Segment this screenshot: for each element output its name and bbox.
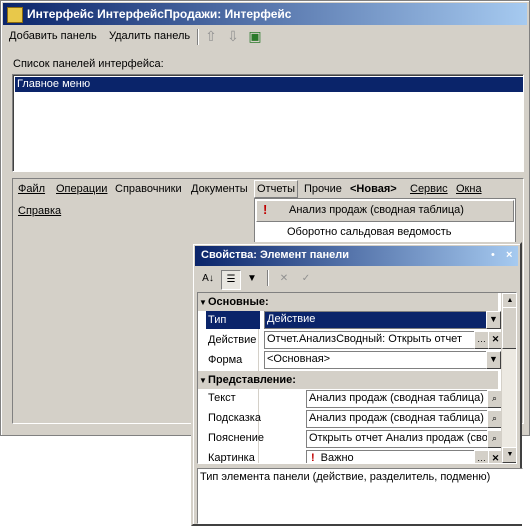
menu-item-help[interactable]: Справка bbox=[18, 205, 61, 217]
prop-label-picture: Картинка bbox=[208, 452, 255, 464]
type-select[interactable]: Действие bbox=[264, 311, 489, 329]
toolbar-separator bbox=[267, 270, 269, 286]
scroll-down-icon[interactable]: ▼ bbox=[502, 447, 516, 463]
menu-item-documents[interactable]: Документы bbox=[191, 183, 248, 195]
properties-grid: ▼Основные: Тип Действие ▼ Действие Отчет… bbox=[197, 292, 517, 464]
important-icon: ! bbox=[263, 202, 268, 217]
prop-label-type[interactable]: Тип bbox=[206, 311, 260, 329]
important-icon: ! bbox=[311, 452, 315, 464]
apply-icon[interactable]: ✓ bbox=[297, 270, 315, 288]
delete-panel-button[interactable]: Удалить панель bbox=[109, 30, 190, 42]
ellipsis-icon[interactable]: … bbox=[474, 450, 489, 463]
pin-icon[interactable]: • bbox=[491, 249, 495, 261]
title-bar[interactable]: Интерфейс ИнтерфейсПродажи: Интерфейс bbox=[3, 3, 527, 25]
window-title: Интерфейс ИнтерфейсПродажи: Интерфейс bbox=[27, 7, 292, 21]
menu-item-other[interactable]: Прочие bbox=[304, 183, 342, 195]
menu-item-windows[interactable]: Окна bbox=[456, 183, 482, 195]
grid-scrollbar[interactable]: ▲ ▼ bbox=[501, 293, 516, 463]
properties-title: Свойства: Элемент панели bbox=[201, 249, 349, 261]
property-description: Тип элемента панели (действие, разделите… bbox=[197, 468, 523, 524]
menu-item-file[interactable]: Файл bbox=[18, 183, 45, 195]
prop-label-action: Действие bbox=[208, 334, 257, 346]
group-basic-label: Основные: bbox=[208, 296, 269, 308]
toolbar: Добавить панель Удалить панель ⇧ ⇩ ▣ bbox=[5, 27, 525, 47]
find-icon[interactable]: ▣ bbox=[247, 28, 263, 44]
reports-submenu: ! Анализ продаж (сводная таблица) Оборот… bbox=[254, 198, 516, 244]
picture-value: Важно bbox=[320, 452, 354, 464]
collapse-icon: ▼ bbox=[199, 298, 207, 307]
panels-list-label: Список панелей интерфейса: bbox=[13, 58, 164, 70]
menu-item-new[interactable]: <Новая> bbox=[350, 183, 397, 195]
ellipsis-icon[interactable]: … bbox=[474, 331, 489, 349]
magnifier-icon[interactable]: ⌕ bbox=[487, 430, 502, 448]
close-icon[interactable]: × bbox=[506, 249, 512, 261]
arrow-up-icon[interactable]: ⇧ bbox=[203, 28, 219, 44]
magnifier-icon[interactable]: ⌕ bbox=[487, 410, 502, 428]
add-panel-button[interactable]: Добавить панель bbox=[9, 30, 97, 42]
properties-title-bar[interactable]: Свойства: Элемент панели • × bbox=[195, 246, 518, 266]
filter-icon[interactable]: ▼ bbox=[243, 270, 261, 288]
group-view-label: Представление: bbox=[208, 374, 296, 386]
categorized-icon[interactable]: ☰ bbox=[221, 270, 241, 290]
submenu-item-label: Анализ продаж (сводная таблица) bbox=[289, 204, 464, 216]
chevron-down-icon[interactable]: ▼ bbox=[486, 311, 501, 329]
hint-field[interactable]: Открыть отчет Анализ продаж (сво bbox=[306, 430, 490, 448]
interface-icon bbox=[7, 7, 23, 23]
menu-item-operations[interactable]: Операции bbox=[56, 183, 107, 195]
prop-label-text: Текст bbox=[208, 392, 236, 404]
clear-icon[interactable]: ✕ bbox=[275, 270, 293, 288]
properties-palette: Свойства: Элемент панели • × A↓ ☰ ▼ ✕ ✓ … bbox=[191, 242, 523, 526]
submenu-item-sales-analysis[interactable]: ! Анализ продаж (сводная таблица) bbox=[256, 200, 514, 222]
magnifier-icon[interactable]: ⌕ bbox=[487, 390, 502, 408]
group-basic[interactable]: ▼Основные: bbox=[198, 293, 498, 311]
toolbar-separator bbox=[197, 29, 199, 45]
submenu-item-turnover-balance[interactable]: Оборотно сальдовая ведомость bbox=[287, 226, 452, 238]
menu-item-reports[interactable]: Отчеты bbox=[254, 180, 299, 198]
properties-toolbar: A↓ ☰ ▼ ✕ ✓ bbox=[197, 268, 517, 290]
menu-item-catalogs[interactable]: Справочники bbox=[115, 183, 182, 195]
prop-label-form: Форма bbox=[208, 354, 243, 366]
group-view[interactable]: ▼Представление: bbox=[198, 371, 498, 389]
list-item[interactable]: Главное меню bbox=[15, 77, 523, 92]
picture-field[interactable]: ! Важно bbox=[306, 450, 476, 464]
sort-alpha-icon[interactable]: A↓ bbox=[199, 270, 217, 288]
collapse-icon: ▼ bbox=[199, 376, 207, 385]
action-field[interactable]: Отчет.АнализСводный: Открыть отчет bbox=[264, 331, 476, 349]
scroll-thumb[interactable] bbox=[502, 307, 516, 349]
menu-item-service[interactable]: Сервис bbox=[410, 183, 448, 195]
prop-label-hint: Пояснение bbox=[208, 432, 265, 444]
prop-label-tooltip: Подсказка bbox=[208, 412, 261, 424]
text-field[interactable]: Анализ продаж (сводная таблица) bbox=[306, 390, 490, 408]
panels-list[interactable]: Главное меню bbox=[12, 74, 524, 172]
tooltip-field[interactable]: Анализ продаж (сводная таблица) bbox=[306, 410, 490, 428]
form-select[interactable]: <Основная> bbox=[264, 351, 489, 369]
chevron-down-icon[interactable]: ▼ bbox=[486, 351, 501, 369]
arrow-down-icon[interactable]: ⇩ bbox=[225, 28, 241, 44]
